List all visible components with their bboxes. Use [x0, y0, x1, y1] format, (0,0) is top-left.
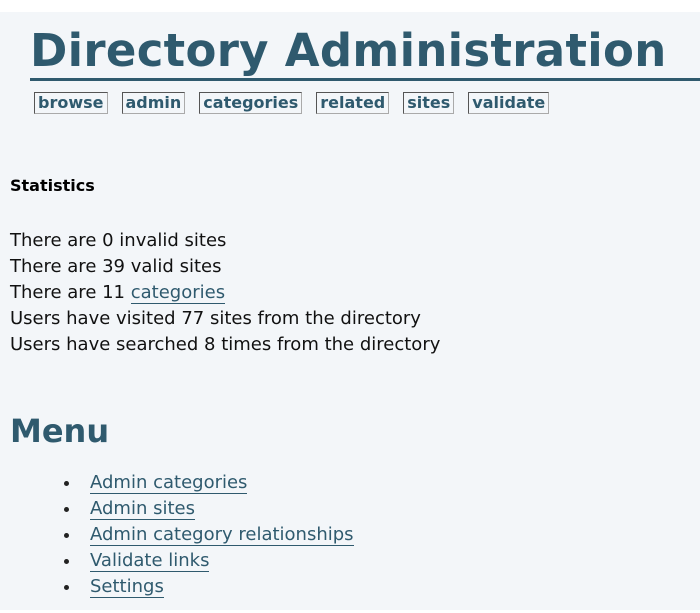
- menu-link-admin-category-relationships[interactable]: Admin category relationships: [90, 524, 354, 546]
- menu-heading: Menu: [10, 412, 110, 450]
- tab-validate[interactable]: validate: [468, 92, 550, 114]
- bullet-icon: [64, 507, 69, 512]
- menu-list: Admin categories Admin sites Admin categ…: [62, 470, 354, 600]
- menu-link-validate-links[interactable]: Validate links: [90, 550, 210, 572]
- menu-item: Validate links: [62, 548, 354, 574]
- tab-sites[interactable]: sites: [403, 92, 455, 114]
- stat-searches: Users have searched 8 times from the dir…: [10, 334, 441, 355]
- bullet-icon: [64, 559, 69, 564]
- tab-browse[interactable]: browse: [34, 92, 108, 114]
- menu-item: Admin category relationships: [62, 522, 354, 548]
- stat-valid-sites: There are 39 valid sites: [10, 256, 222, 277]
- bullet-icon: [64, 481, 69, 486]
- page: Directory Administration browse admin ca…: [0, 0, 700, 613]
- stat-categories-prefix: There are 11: [10, 282, 131, 303]
- stat-categories: There are 11 categories: [10, 280, 440, 306]
- menu-item: Admin categories: [62, 470, 354, 496]
- statistics-heading: Statistics: [10, 176, 95, 195]
- bullet-icon: [64, 533, 69, 538]
- tab-related[interactable]: related: [316, 92, 390, 114]
- content-panel: Directory Administration browse admin ca…: [0, 12, 700, 610]
- menu-link-settings[interactable]: Settings: [90, 576, 164, 598]
- tab-admin[interactable]: admin: [121, 92, 186, 114]
- stat-invalid-sites: There are 0 invalid sites: [10, 230, 227, 251]
- statistics-list: There are 0 invalid sites There are 39 v…: [10, 228, 440, 358]
- categories-link[interactable]: categories: [130, 282, 226, 304]
- stat-visits: Users have visited 77 sites from the dir…: [10, 308, 421, 329]
- menu-item: Admin sites: [62, 496, 354, 522]
- tab-categories[interactable]: categories: [199, 92, 303, 114]
- nav-tabs: browse admin categories related sites va…: [34, 92, 563, 114]
- menu-link-admin-categories[interactable]: Admin categories: [90, 472, 248, 494]
- bullet-icon: [64, 585, 69, 590]
- page-title: Directory Administration: [30, 26, 700, 81]
- menu-item: Settings: [62, 574, 354, 600]
- menu-link-admin-sites[interactable]: Admin sites: [90, 498, 195, 520]
- title-wrap: Directory Administration: [30, 26, 700, 81]
